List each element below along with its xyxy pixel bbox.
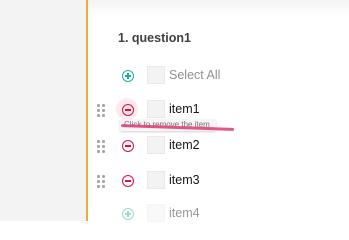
- select-all-label: Select All: [169, 68, 221, 82]
- add-item-icon[interactable]: [122, 208, 134, 220]
- item-label[interactable]: item1: [169, 102, 200, 116]
- item-checkbox[interactable]: [147, 100, 165, 118]
- remove-item-icon[interactable]: [122, 140, 134, 152]
- select-all-checkbox[interactable]: [147, 66, 165, 84]
- choice-row-item2: item2: [0, 135, 349, 159]
- drag-handle-icon[interactable]: [97, 140, 107, 153]
- choice-row-item3: item3: [0, 170, 349, 194]
- item-checkbox[interactable]: [147, 136, 165, 154]
- choice-row-item4: item4: [0, 203, 349, 227]
- select-all-row: Select All: [0, 65, 349, 89]
- item-label[interactable]: item3: [169, 173, 200, 187]
- item-label[interactable]: item4: [169, 206, 200, 220]
- drag-handle-icon[interactable]: [97, 104, 107, 117]
- remove-item-icon[interactable]: [122, 175, 134, 187]
- item-checkbox[interactable]: [147, 171, 165, 189]
- item-label[interactable]: item2: [169, 138, 200, 152]
- add-select-all-icon[interactable]: [122, 70, 134, 82]
- question-title: 1. question1: [118, 31, 191, 45]
- item-checkbox[interactable]: [147, 204, 165, 222]
- drag-handle-icon[interactable]: [97, 175, 107, 188]
- remove-item-icon[interactable]: [122, 104, 134, 116]
